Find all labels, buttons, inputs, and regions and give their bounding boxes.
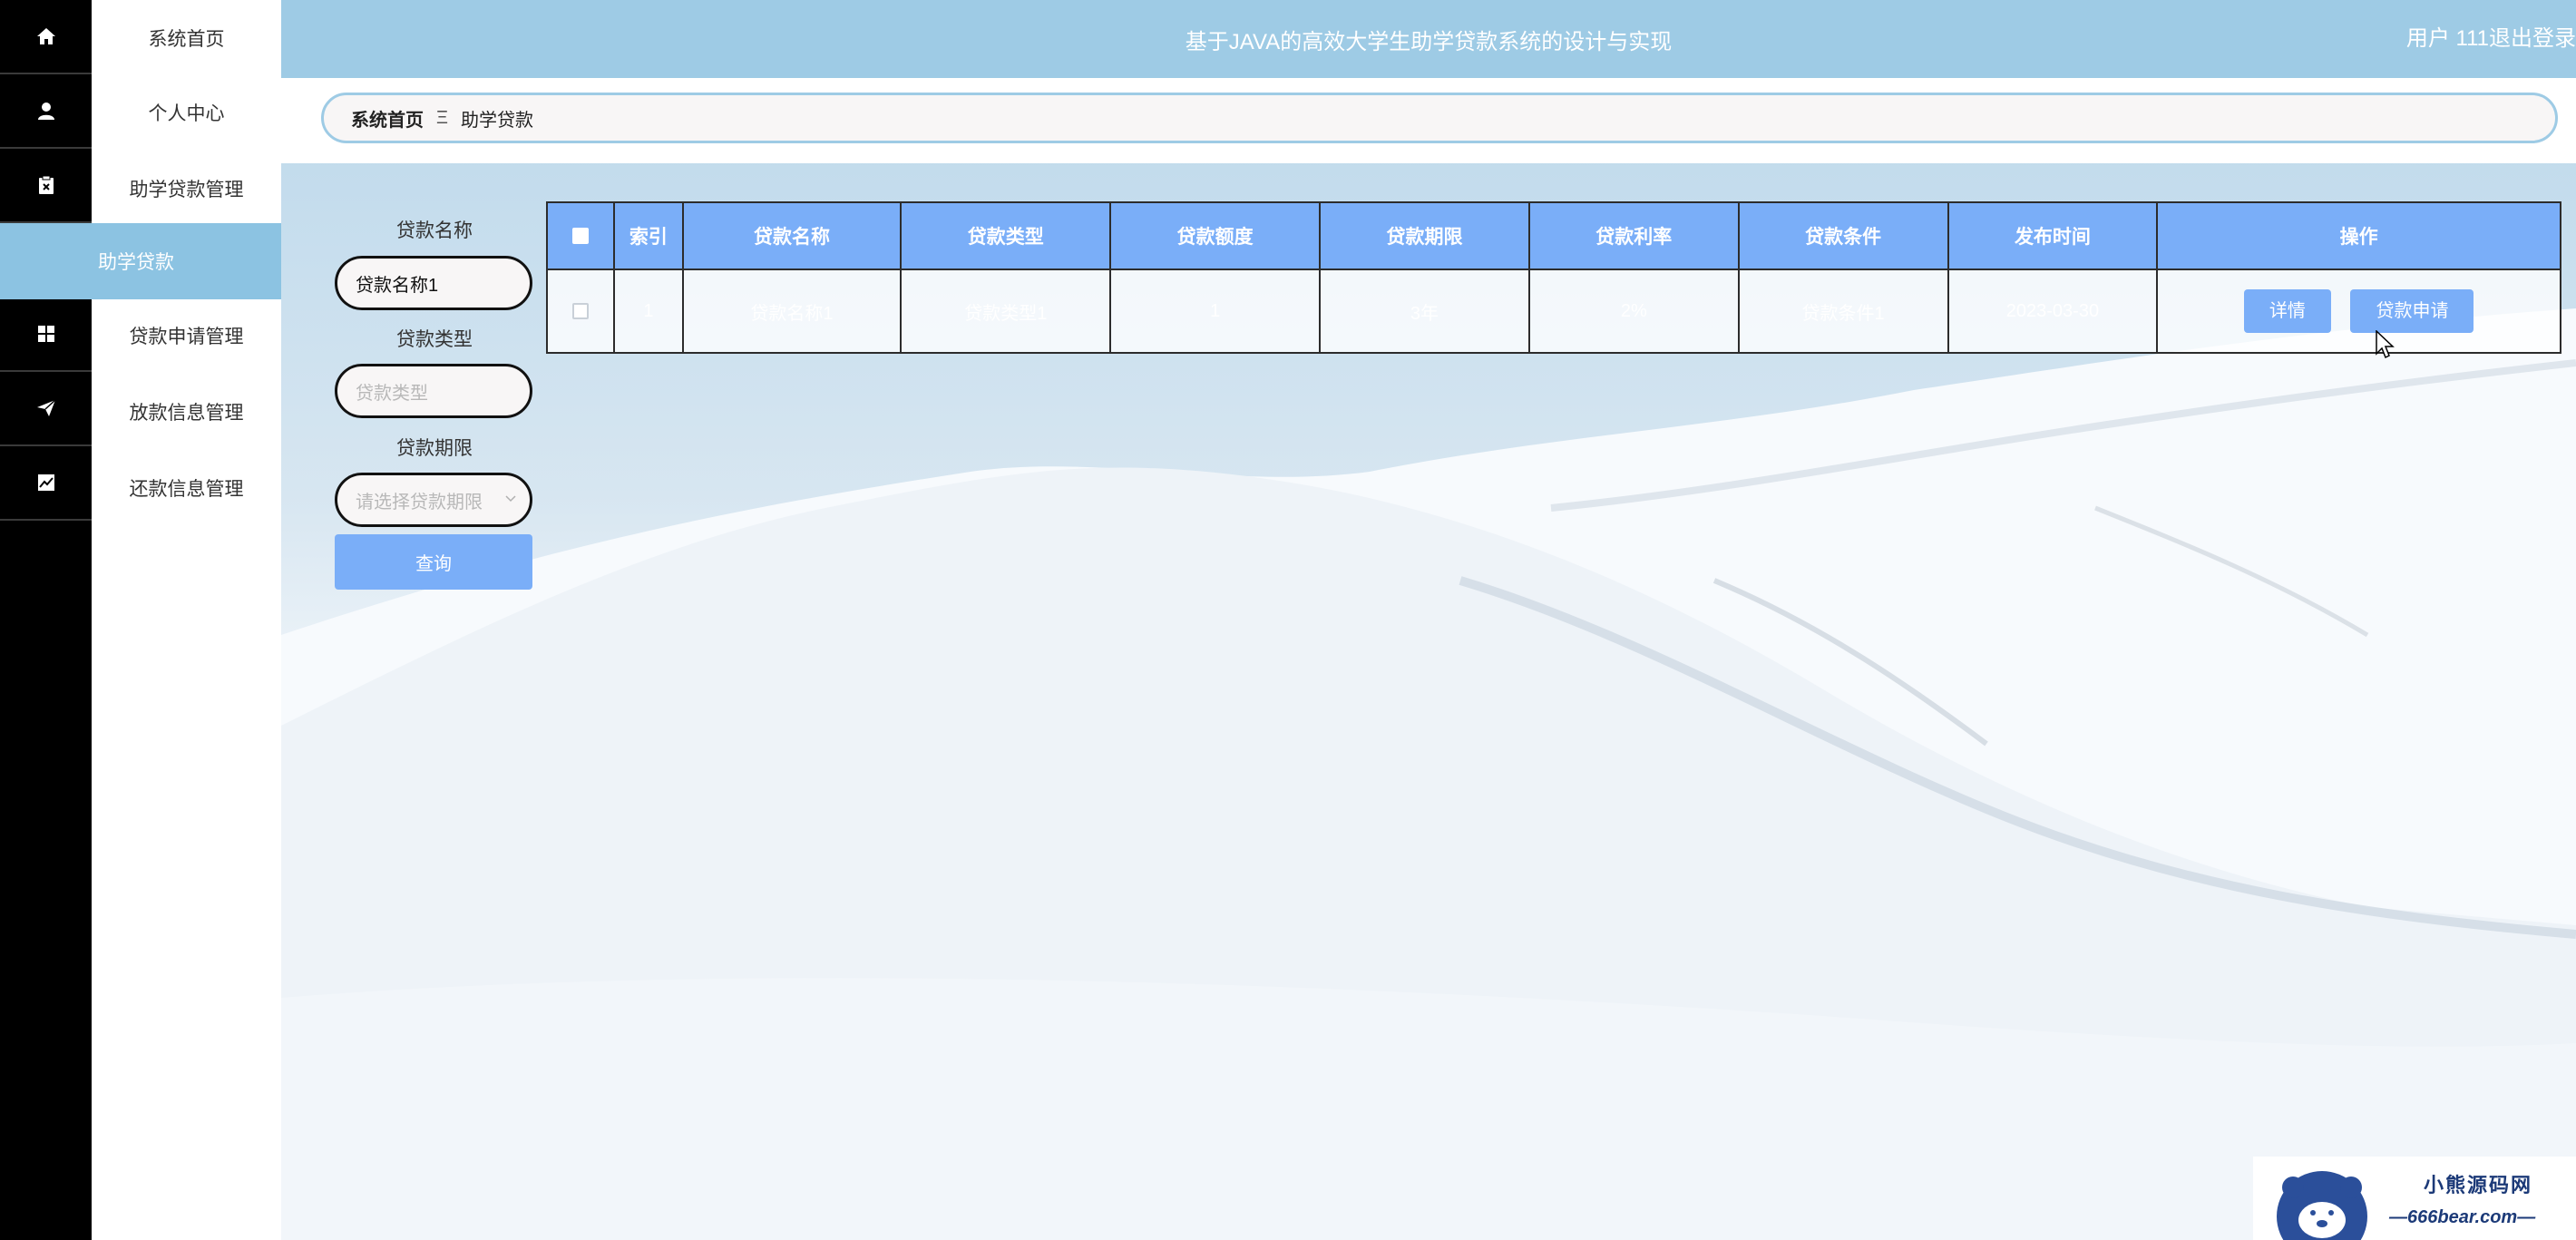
search-type-label: 贷款类型 (396, 329, 473, 350)
rail-disburse-manage[interactable] (0, 372, 92, 446)
sidebar-item-loan-manage[interactable]: 助学贷款管理 (92, 151, 281, 227)
column-header-rate: 贷款利率 (1527, 201, 1740, 270)
breadcrumb-current: 助学贷款 (461, 110, 533, 131)
column-header-type: 贷款类型 (900, 201, 1112, 270)
row-checkbox[interactable] (572, 303, 590, 320)
select-all-cell (545, 201, 616, 270)
rail-repay-manage[interactable] (0, 446, 92, 521)
row-select-cell (545, 269, 616, 354)
column-header-term: 贷款期限 (1319, 201, 1530, 270)
column-header-actions: 操作 (2156, 201, 2561, 270)
cell-rate: 2% (1527, 269, 1740, 354)
search-name-label: 贷款名称 (396, 220, 473, 241)
grid-icon (37, 326, 54, 342)
chevron-down-icon (505, 495, 516, 503)
column-header-published: 发布时间 (1947, 201, 2159, 270)
clipboard-icon (38, 175, 54, 194)
sidebar-item-disburse-manage[interactable]: 放款信息管理 (92, 374, 281, 450)
app-title: 基于JAVA的高效大学生助学贷款系统的设计与实现 (1185, 29, 1673, 54)
main-content: 基于JAVA的高效大学生助学贷款系统的设计与实现 用户 111 退出登录 系统首… (281, 0, 2576, 1240)
loan-term-select[interactable]: 请选择贷款期限 (335, 473, 532, 527)
sidebar-item-home[interactable]: 系统首页 (92, 0, 281, 76)
home-icon (36, 28, 55, 44)
cell-condition: 贷款条件1 (1737, 269, 1949, 354)
user-icon (37, 103, 54, 120)
icon-rail (0, 0, 92, 1240)
current-user: 用户 111 (2405, 26, 2489, 51)
loan-type-placeholder: 贷款类型 (356, 383, 428, 404)
table-row: 1 贷款名称1 贷款类型1 1 3年 2% 贷款条件1 2023-03-30 详… (545, 269, 2561, 354)
column-header-condition: 贷款条件 (1737, 201, 1949, 270)
search-term-label: 贷款期限 (396, 438, 473, 459)
breadcrumb-area: 系统首页 Ξ 助学贷款 (281, 78, 2576, 163)
loan-table: 索引 贷款名称 贷款类型 贷款额度 贷款期限 贷款利率 贷款条件 发布时间 操作… (545, 201, 2561, 354)
rail-user[interactable] (0, 74, 92, 149)
column-header-amount: 贷款额度 (1109, 201, 1322, 270)
sidebar-item-repay-manage[interactable]: 还款信息管理 (92, 450, 281, 526)
watermark-logo: 小熊源码网 —666bear.com— (2253, 1157, 2576, 1240)
sidebar-subitem-student-loan[interactable]: 助学贷款 (0, 223, 281, 299)
cell-amount: 1 (1109, 269, 1322, 354)
logout-link[interactable]: 退出登录 (2489, 0, 2576, 78)
background-scenery (281, 308, 2576, 1240)
watermark-title: 小熊源码网 (2424, 1174, 2533, 1196)
detail-button[interactable]: 详情 (2243, 289, 2331, 333)
sidebar-item-profile[interactable]: 个人中心 (92, 74, 281, 151)
cell-type: 贷款类型1 (900, 269, 1112, 354)
rail-apply-manage[interactable] (0, 298, 92, 372)
apply-loan-button[interactable]: 贷款申请 (2350, 289, 2474, 333)
column-header-index: 索引 (613, 201, 684, 270)
loan-name-value: 贷款名称1 (356, 275, 439, 296)
loan-type-input[interactable]: 贷款类型 (335, 364, 532, 418)
loan-term-placeholder: 请选择贷款期限 (356, 492, 483, 513)
header-bar: 基于JAVA的高效大学生助学贷款系统的设计与实现 用户 111 退出登录 (281, 0, 2576, 78)
query-button[interactable]: 查询 (335, 534, 532, 590)
column-header-name: 贷款名称 (681, 201, 903, 270)
sidebar: 系统首页 个人中心 助学贷款管理 贷款申请管理 放款信息管理 还款信息管理 (92, 0, 281, 1240)
chart-icon (37, 474, 54, 491)
cell-term: 3年 (1319, 269, 1530, 354)
rail-loan-manage[interactable] (0, 149, 92, 223)
breadcrumb-home-link[interactable]: 系统首页 (351, 105, 424, 132)
table-header-row: 索引 贷款名称 贷款类型 贷款额度 贷款期限 贷款利率 贷款条件 发布时间 操作 (545, 201, 2561, 270)
send-icon (36, 399, 56, 416)
bear-logo-icon (2277, 1171, 2367, 1240)
watermark-subtitle: —666bear.com— (2389, 1207, 2536, 1227)
breadcrumb: 系统首页 Ξ 助学贷款 (321, 93, 2558, 143)
cell-name: 贷款名称1 (681, 269, 903, 354)
select-all-checkbox[interactable] (572, 228, 590, 245)
loan-name-input[interactable]: 贷款名称1 (335, 256, 532, 310)
sidebar-item-apply-manage[interactable]: 贷款申请管理 (92, 298, 281, 374)
rail-home[interactable] (0, 0, 92, 74)
cell-index: 1 (613, 269, 684, 354)
cell-actions: 详情 贷款申请 (2156, 269, 2561, 354)
cell-published: 2023-03-30 (1947, 269, 2159, 354)
breadcrumb-separator: Ξ (436, 107, 448, 128)
mouse-cursor-icon (2376, 330, 2395, 359)
